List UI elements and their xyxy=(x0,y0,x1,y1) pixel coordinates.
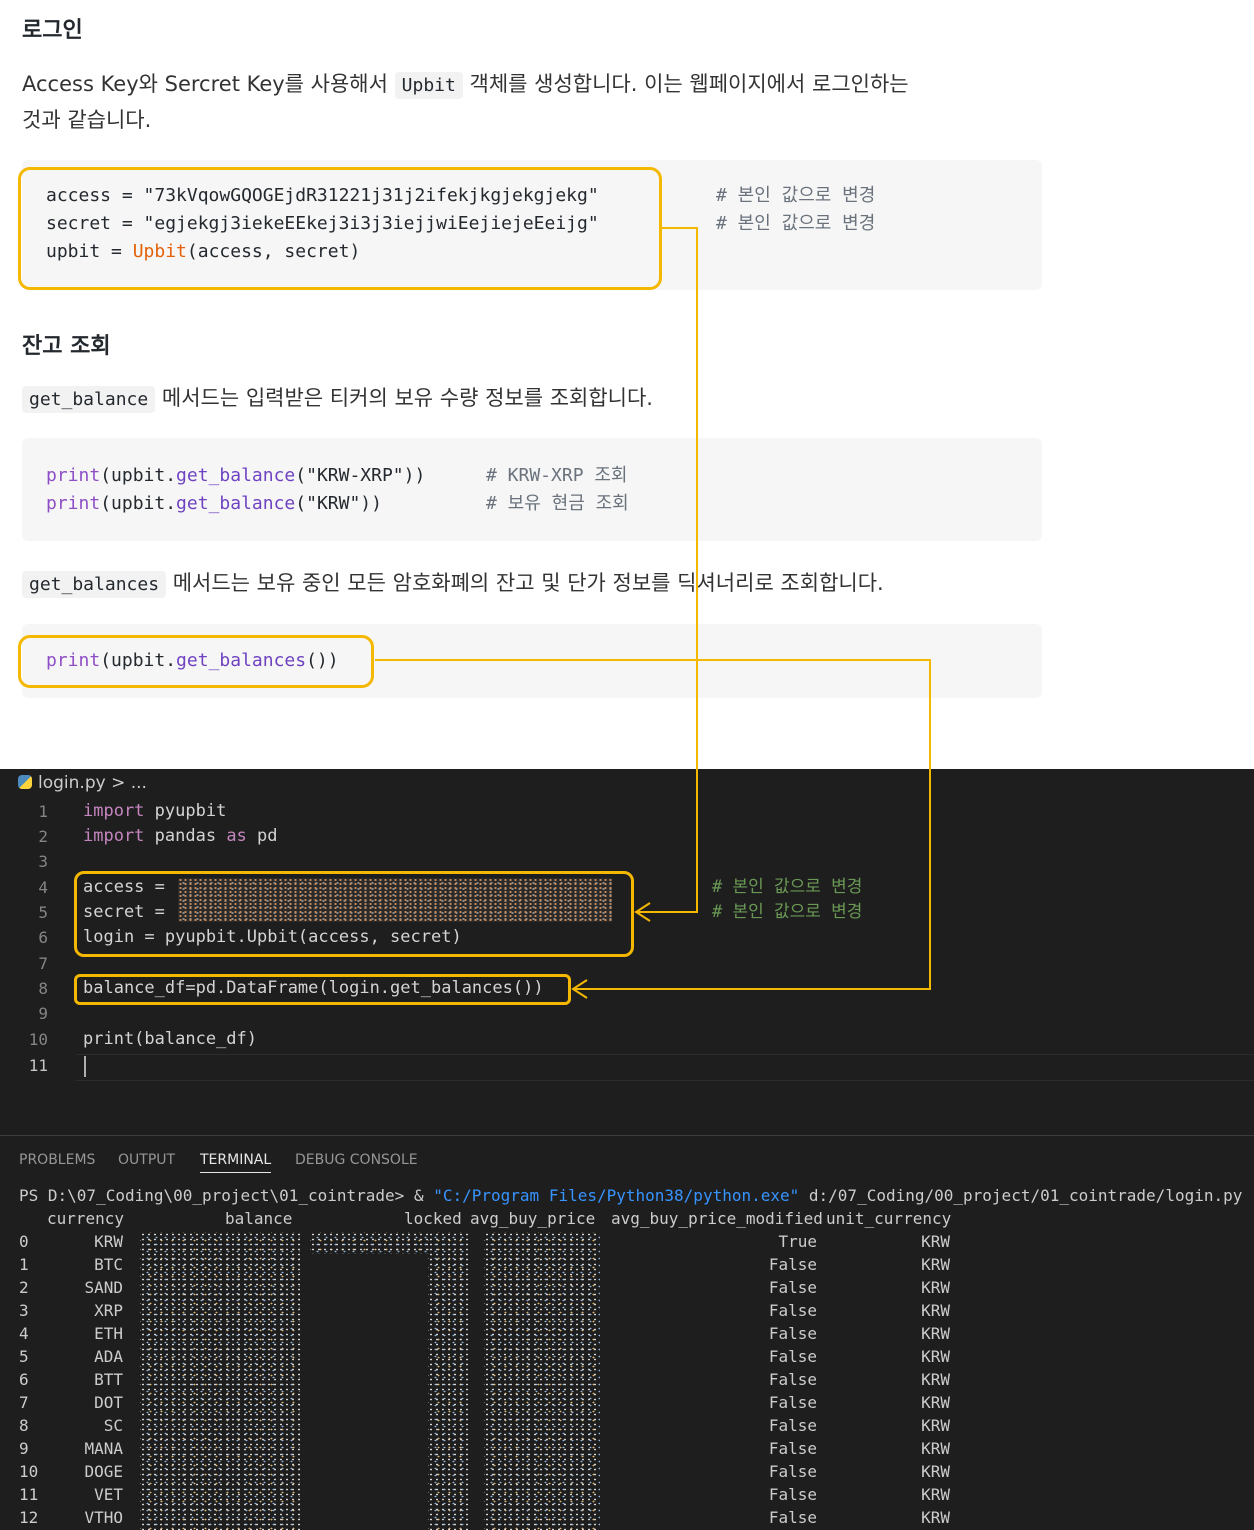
breadcrumb[interactable]: login.py > ... xyxy=(18,773,147,793)
header-currency: currency xyxy=(47,1209,125,1228)
editor-line-2[interactable]: import pandas as pd xyxy=(83,824,278,849)
line-number: 5 xyxy=(38,903,48,922)
balance-code-block: print(upbit.get_balance("KRW-XRP")) prin… xyxy=(22,438,1042,541)
header-avg-buy-price: avg_buy_price xyxy=(470,1209,596,1228)
code-line-get-balance-xrp: print(upbit.get_balance("KRW-XRP")) xyxy=(46,465,426,486)
tab-terminal[interactable]: TERMINAL xyxy=(200,1152,272,1173)
login-paragraph: Access Key와 Sercret Key를 사용해서 Upbit 객체를 … xyxy=(22,67,1052,138)
code-editor[interactable]: login.py > ... 1 2 3 4 5 6 7 8 9 10 11 i… xyxy=(0,769,1254,1135)
code-line-get-balance-krw: print(upbit.get_balance("KRW")) xyxy=(46,493,382,514)
login-paragraph-line2: 것과 같습니다. xyxy=(22,108,152,132)
inline-code-upbit: Upbit xyxy=(394,72,463,99)
line-number: 4 xyxy=(38,878,48,897)
redacted-avg-price-column xyxy=(484,1232,600,1530)
code-comment-1: # 본인 값으로 변경 xyxy=(716,185,876,206)
tutorial-document: 로그인 Access Key와 Sercret Key를 사용해서 Upbit … xyxy=(0,0,1254,769)
highlight-box-balances-code xyxy=(18,635,374,688)
text-cursor xyxy=(84,1056,86,1077)
header-locked: locked xyxy=(404,1209,462,1228)
line-number: 10 xyxy=(28,1030,48,1049)
highlight-box-editor-keys xyxy=(74,871,634,957)
redacted-balance-column xyxy=(140,1232,300,1530)
balance-heading: 잔고 조회 xyxy=(22,334,111,359)
login-paragraph-text: Access Key와 Sercret Key를 사용해서 xyxy=(22,72,395,96)
tab-output[interactable]: OUTPUT xyxy=(118,1152,175,1168)
line-number: 2 xyxy=(38,827,48,846)
inline-code-get-balances: get_balances xyxy=(22,571,167,598)
line-number: 3 xyxy=(38,852,48,871)
redacted-locked-column xyxy=(428,1232,470,1530)
tab-debug-console[interactable]: DEBUG CONSOLE xyxy=(295,1152,418,1168)
code-comment-xrp: # KRW-XRP 조회 xyxy=(486,465,628,486)
line-number: 1 xyxy=(38,802,48,821)
header-unit-currency: unit_currency xyxy=(826,1209,952,1228)
highlight-box-editor-dataframe xyxy=(74,974,571,1005)
editor-line-1[interactable]: import pyupbit xyxy=(83,799,226,824)
balance-paragraph-text: 메서드는 입력받은 티커의 보유 수량 정보를 조회합니다. xyxy=(155,386,653,410)
line-number: 8 xyxy=(38,979,48,998)
python-file-icon xyxy=(18,775,32,789)
terminal-panel[interactable]: PROBLEMS OUTPUT TERMINAL DEBUG CONSOLE P… xyxy=(0,1135,1254,1530)
inline-code-get-balance: get_balance xyxy=(22,386,156,413)
current-line-highlight xyxy=(76,1054,1254,1081)
line-number: 7 xyxy=(38,954,48,973)
line-number: 9 xyxy=(38,1004,48,1023)
login-heading: 로그인 xyxy=(22,18,83,43)
line-number-current: 11 xyxy=(28,1056,48,1075)
balances-paragraph: get_balances 메서드는 보유 중인 모든 암호화폐의 잔고 및 단가… xyxy=(22,566,1062,602)
editor-comment-1: # 본인 값으로 변경 xyxy=(712,877,863,897)
balance-paragraph: get_balance 메서드는 입력받은 티커의 보유 수량 정보를 조회합니… xyxy=(22,381,1052,417)
code-comment-2: # 본인 값으로 변경 xyxy=(716,213,876,234)
tab-problems[interactable]: PROBLEMS xyxy=(19,1152,95,1168)
code-comment-cash: # 보유 현금 조회 xyxy=(486,493,629,514)
header-balance: balance xyxy=(225,1209,293,1228)
balances-paragraph-text: 메서드는 보유 중인 모든 암호화폐의 잔고 및 단가 정보를 딕셔너리로 조회… xyxy=(166,571,884,595)
header-avg-buy-price-modified: avg_buy_price_modified xyxy=(611,1209,823,1228)
editor-line-10[interactable]: print(balance_df) xyxy=(83,1027,257,1052)
terminal-command[interactable]: PS D:\07_Coding\00_project\01_cointrade>… xyxy=(19,1184,1242,1207)
login-paragraph-text-2: 객체를 생성합니다. 이는 웹페이지에서 로그인하는 xyxy=(462,72,909,96)
highlight-box-login-code xyxy=(18,167,662,290)
line-number: 6 xyxy=(38,928,48,947)
editor-comment-2: # 본인 값으로 변경 xyxy=(712,902,863,922)
